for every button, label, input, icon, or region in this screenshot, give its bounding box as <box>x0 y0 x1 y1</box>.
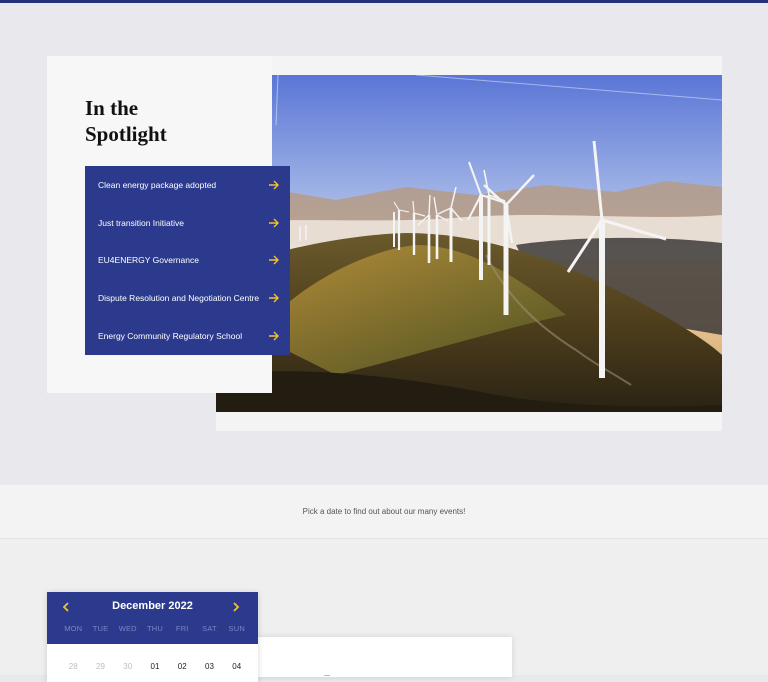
event-calendar: December 2022 MON TUE WED THU FRI SAT SU… <box>47 592 258 682</box>
calendar-day[interactable]: 28 <box>60 662 87 671</box>
spotlight-item-label: Dispute Resolution and Negotiation Centr… <box>98 293 260 304</box>
weekday-label: SAT <box>202 624 217 633</box>
calendar-weekdays: MON TUE WED THU FRI SAT SUN <box>60 624 250 633</box>
weekday-label: TUE <box>92 624 109 633</box>
spotlight-item-label: Just transition Initiative <box>98 217 184 228</box>
events-prompt: Pick a date to find out about our many e… <box>302 507 466 516</box>
arrow-right-icon <box>269 255 279 265</box>
calendar-month-label: December 2022 <box>112 600 193 612</box>
weekday-label: WED <box>118 624 137 633</box>
wind-turbines-illustration <box>216 75 722 412</box>
arrow-right-icon <box>269 331 279 341</box>
chevron-right-icon[interactable] <box>230 600 242 614</box>
spotlight-title-line1: In the <box>85 96 139 120</box>
spotlight-item-label: EU4ENERGY Governance <box>98 255 199 266</box>
calendar-day[interactable]: 29 <box>87 662 114 671</box>
weekday-label: THU <box>146 624 163 633</box>
arrow-right-icon <box>269 293 279 303</box>
weekday-label: FRI <box>175 624 189 633</box>
spotlight-menu: Clean energy package adopted Just transi… <box>85 166 290 355</box>
events-strip: Pick a date to find out about our many e… <box>0 485 768 539</box>
arrow-right-icon <box>269 180 279 190</box>
calendar-day[interactable]: 03 <box>196 662 223 671</box>
calendar-header: December 2022 MON TUE WED THU FRI SAT SU… <box>47 592 258 644</box>
weekday-label: SUN <box>228 624 245 633</box>
arrow-right-icon <box>269 218 279 228</box>
event-card[interactable] <box>252 637 512 677</box>
weekday-label: MON <box>64 624 83 633</box>
spotlight-item-dispute-resolution[interactable]: Dispute Resolution and Negotiation Centr… <box>85 279 290 317</box>
calendar-day[interactable]: 04 <box>224 662 251 671</box>
calendar-day[interactable]: 01 <box>142 662 169 671</box>
spotlight-item-regulatory-school[interactable]: Energy Community Regulatory School <box>85 317 290 355</box>
spotlight-item-eu4energy[interactable]: EU4ENERGY Governance <box>85 242 290 280</box>
spotlight-item-label: Energy Community Regulatory School <box>98 331 243 342</box>
event-card-divider <box>324 675 330 676</box>
spotlight-title-line2: Spotlight <box>85 122 167 146</box>
calendar-days-row: 28 29 30 01 02 03 04 <box>60 662 250 671</box>
spotlight-item-just-transition[interactable]: Just transition Initiative <box>85 204 290 242</box>
wind-turbines-image <box>216 75 722 412</box>
spotlight-item-clean-energy-package[interactable]: Clean energy package adopted <box>85 166 290 204</box>
spotlight-item-label: Clean energy package adopted <box>98 179 217 190</box>
spotlight-heading: In the Spotlight <box>85 95 167 147</box>
calendar-day[interactable]: 30 <box>115 662 142 671</box>
calendar-day[interactable]: 02 <box>169 662 196 671</box>
